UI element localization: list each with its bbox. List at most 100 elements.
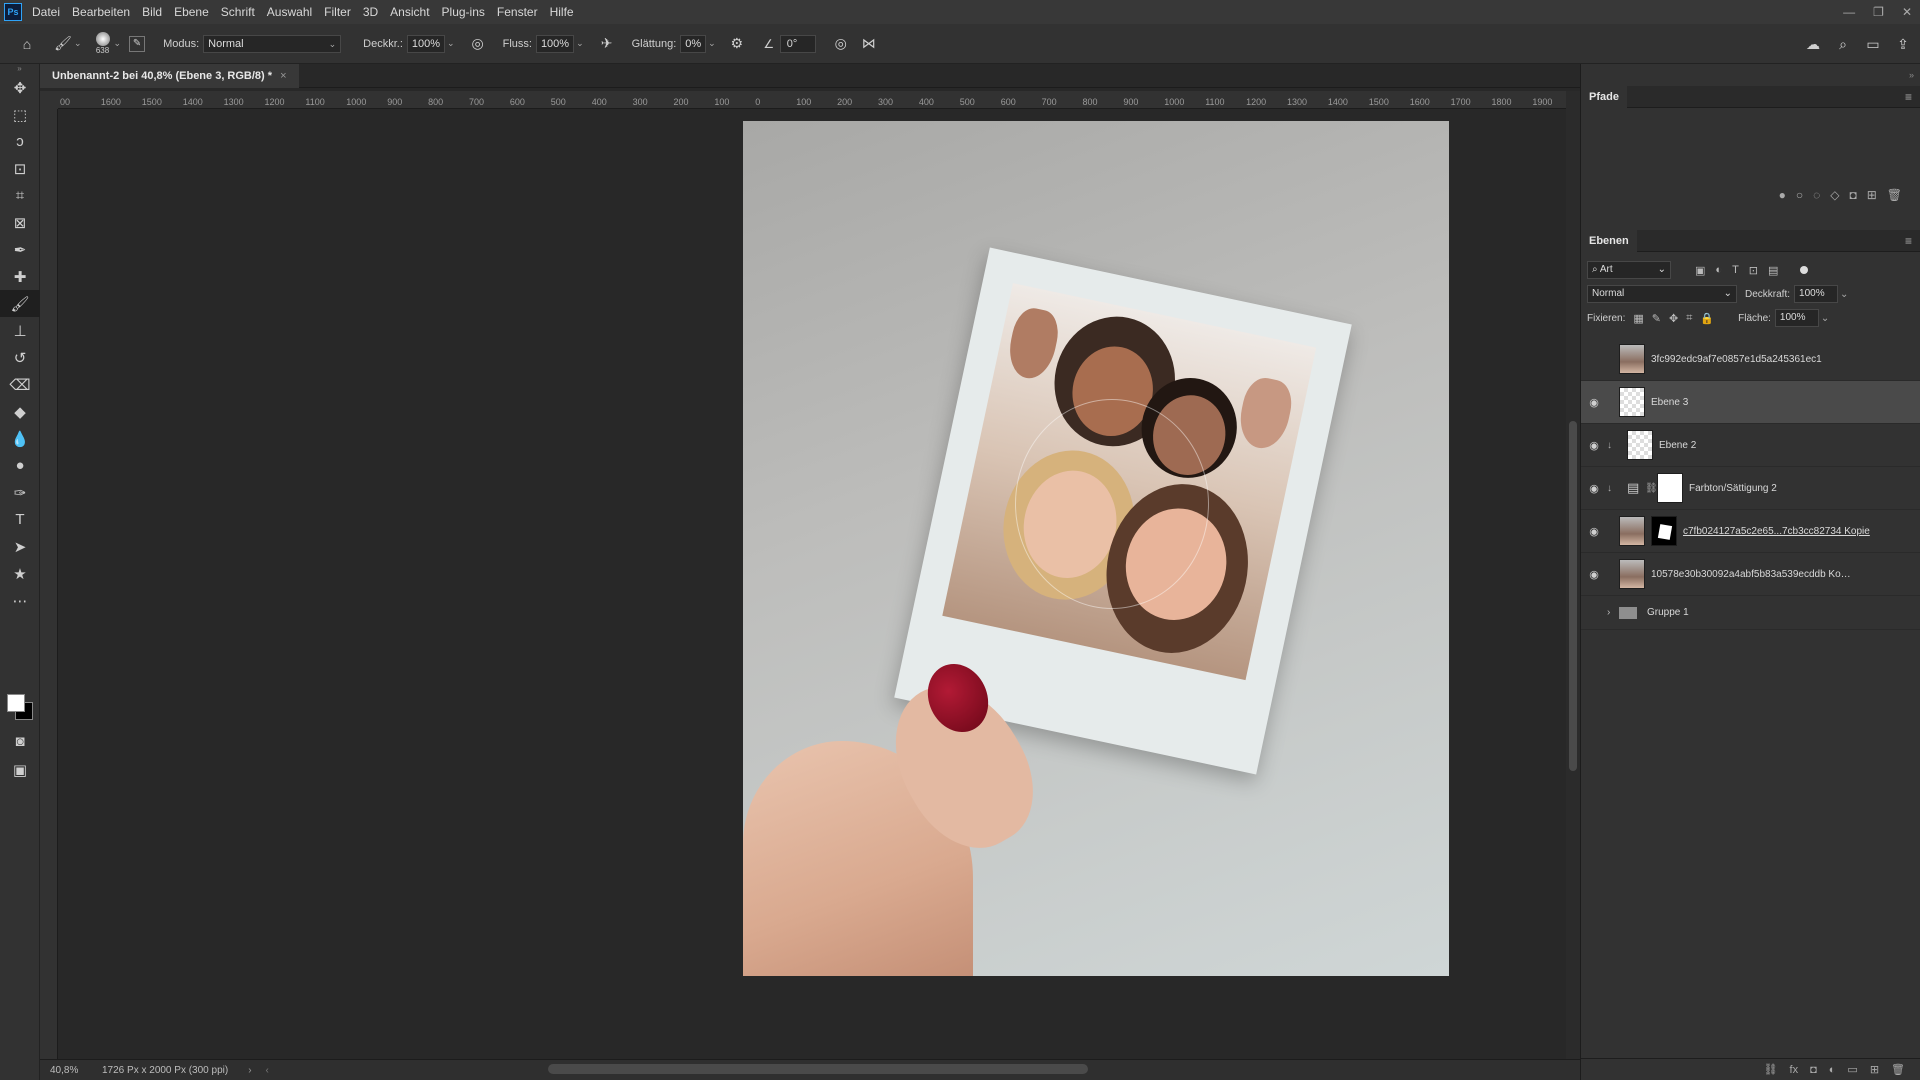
crop-tool-icon[interactable]: ⌗ (0, 182, 40, 209)
filter-toggle-icon[interactable] (1800, 266, 1809, 274)
object-select-tool-icon[interactable]: ⊡ (0, 155, 40, 182)
clone-stamp-tool-icon[interactable]: ⊥ (0, 317, 40, 344)
zoom-level[interactable]: 40,8% (40, 1065, 92, 1076)
delete-path-icon[interactable]: 🗑 (1887, 188, 1902, 202)
layer-row[interactable]: ◉ c7fb024127a5c2e65...7cb3cc82734 Kopie (1581, 510, 1920, 553)
blur-tool-icon[interactable]: 💧 (0, 425, 40, 452)
flow-input[interactable]: 100% (535, 34, 575, 53)
link-layers-icon[interactable]: ⛓ (1764, 1063, 1778, 1076)
workspace-icon[interactable]: ▭ (1862, 33, 1884, 55)
close-window-button[interactable]: ✕ (1902, 0, 1912, 24)
eye-icon[interactable]: ◉ (1581, 525, 1607, 538)
marquee-tool-icon[interactable]: ⬚ (0, 101, 40, 128)
healing-brush-tool-icon[interactable]: ✚ (0, 263, 40, 290)
menu-edit[interactable]: Bearbeiten (66, 0, 136, 24)
chevron-down-icon[interactable]: ⌄ (1840, 289, 1848, 300)
minimize-button[interactable]: — (1843, 0, 1855, 24)
filter-adjustment-icon[interactable]: ◐ (1715, 264, 1722, 277)
blend-mode-select[interactable]: Normal ⌄ (1587, 285, 1737, 303)
history-brush-tool-icon[interactable]: ↺ (0, 344, 40, 371)
lock-all-icon[interactable]: 🔒 (1700, 312, 1714, 325)
vertical-scrollbar[interactable] (1566, 91, 1580, 1059)
brush-preset-icon[interactable]: 🖌 (52, 33, 74, 55)
menu-3d[interactable]: 3D (357, 0, 384, 24)
layer-mask-thumbnail[interactable] (1651, 516, 1677, 546)
add-mask-icon[interactable]: ◘ (1810, 1064, 1817, 1076)
move-tool-icon[interactable]: ✥ (0, 74, 40, 101)
smoothing-input[interactable]: 0% (680, 34, 707, 53)
layer-row[interactable]: ◉ 3fc992edc9af7e0857e1d5a245361ec1 (1581, 338, 1920, 381)
visibility-toggle[interactable]: ◉ (1581, 353, 1607, 366)
menu-image[interactable]: Bild (136, 0, 168, 24)
chevron-down-icon[interactable]: ⌄ (447, 38, 455, 49)
menu-view[interactable]: Ansicht (384, 0, 435, 24)
panel-grip-icon[interactable]: » (0, 64, 39, 74)
eye-icon[interactable]: ◉ (1581, 439, 1607, 452)
layer-opacity-input[interactable]: 100% (1794, 285, 1839, 303)
pressure-size-icon[interactable]: ◎ (830, 33, 852, 55)
visibility-toggle[interactable]: ◉ (1581, 606, 1607, 619)
foreground-color-swatch[interactable] (7, 694, 25, 712)
adjustment-icon[interactable]: ◐ (1829, 1064, 1836, 1076)
airbrush-icon[interactable]: ✈ (596, 33, 618, 55)
home-icon[interactable]: ⌂ (16, 33, 38, 55)
menu-select[interactable]: Auswahl (261, 0, 318, 24)
chevron-down-icon[interactable]: ⌄ (114, 38, 122, 49)
layer-row[interactable]: ◉ › Gruppe 1 (1581, 596, 1920, 630)
collapse-panels-icon[interactable]: » (1581, 64, 1920, 86)
close-icon[interactable]: × (280, 70, 286, 82)
lock-pixels-icon[interactable]: ✎ (1652, 312, 1661, 325)
menu-type[interactable]: Schrift (215, 0, 261, 24)
new-layer-icon[interactable]: ⊞ (1870, 1063, 1879, 1076)
lock-artboard-icon[interactable]: ⌗ (1686, 312, 1692, 325)
layer-row[interactable]: ◉ 10578e30b30092a4abf5b83a539ecddb Kopie (1581, 553, 1920, 596)
fill-path-icon[interactable]: ● (1779, 188, 1786, 202)
eye-icon[interactable]: ◉ (1581, 568, 1607, 581)
chevron-down-icon[interactable]: ⌄ (576, 38, 584, 49)
panel-menu-icon[interactable]: ≡ (1905, 90, 1912, 104)
eye-icon[interactable]: ◉ (1581, 482, 1607, 495)
menu-plugins[interactable]: Plug-ins (436, 0, 491, 24)
menu-filter[interactable]: Filter (318, 0, 357, 24)
menu-help[interactable]: Hilfe (544, 0, 580, 24)
paint-bucket-tool-icon[interactable]: ◆ (0, 398, 40, 425)
lasso-tool-icon[interactable]: ↄ (0, 128, 40, 155)
layer-row[interactable]: ◉ ↓ Ebene 2 (1581, 424, 1920, 467)
layer-row[interactable]: ◉ ↓ ▤ ⛓ Farbton/Sättigung 2 (1581, 467, 1920, 510)
frame-tool-icon[interactable]: ⊠ (0, 209, 40, 236)
chain-link-icon[interactable]: ⛓ (1645, 483, 1658, 494)
fx-icon[interactable]: fx (1790, 1064, 1799, 1076)
add-mask-icon[interactable]: ◘ (1849, 188, 1856, 202)
document-tab[interactable]: Unbenannt-2 bei 40,8% (Ebene 3, RGB/8) *… (40, 64, 299, 88)
menu-file[interactable]: Datei (26, 0, 66, 24)
lock-position-icon[interactable]: ✥ (1669, 312, 1678, 325)
make-path-icon[interactable]: ◇ (1830, 188, 1839, 202)
filter-shape-icon[interactable]: ⊡ (1749, 264, 1758, 277)
mode-select[interactable]: Normal ⌄ (203, 34, 342, 53)
brush-tool-icon[interactable]: 🖌 (0, 290, 40, 317)
stroke-path-icon[interactable]: ○ (1796, 188, 1803, 202)
more-tools-icon[interactable]: ⋯ (0, 587, 40, 614)
pen-tool-icon[interactable]: ✑ (0, 479, 40, 506)
gear-icon[interactable]: ⚙ (726, 33, 748, 55)
chevron-right-icon[interactable]: › (248, 1065, 251, 1076)
eyedropper-tool-icon[interactable]: ✒ (0, 236, 40, 263)
tab-paths[interactable]: Pfade (1581, 85, 1627, 108)
brush-settings-icon[interactable]: ✎ (129, 35, 146, 52)
chevron-down-icon[interactable]: ⌄ (1821, 313, 1829, 324)
cloud-user-icon[interactable]: ☁ (1802, 33, 1824, 55)
load-selection-icon[interactable]: ◌ (1813, 188, 1820, 202)
fill-input[interactable]: 100% (1774, 309, 1819, 327)
eraser-tool-icon[interactable]: ⌫ (0, 371, 40, 398)
horizontal-scrollbar-thumb[interactable] (548, 1064, 1088, 1074)
menu-window[interactable]: Fenster (491, 0, 544, 24)
layer-row[interactable]: ◉ Ebene 3 (1581, 381, 1920, 424)
quick-mask-icon[interactable]: ◙ (0, 728, 40, 755)
opacity-input[interactable]: 100% (406, 34, 446, 53)
new-group-icon[interactable]: ▭ (1847, 1063, 1857, 1076)
chevron-right-icon[interactable]: › (1607, 607, 1619, 618)
chevron-down-icon[interactable]: ⌄ (708, 38, 716, 49)
pressure-opacity-icon[interactable]: ◎ (467, 33, 489, 55)
angle-input[interactable]: 0° (779, 34, 816, 53)
filter-pixel-icon[interactable]: ▣ (1695, 264, 1705, 277)
